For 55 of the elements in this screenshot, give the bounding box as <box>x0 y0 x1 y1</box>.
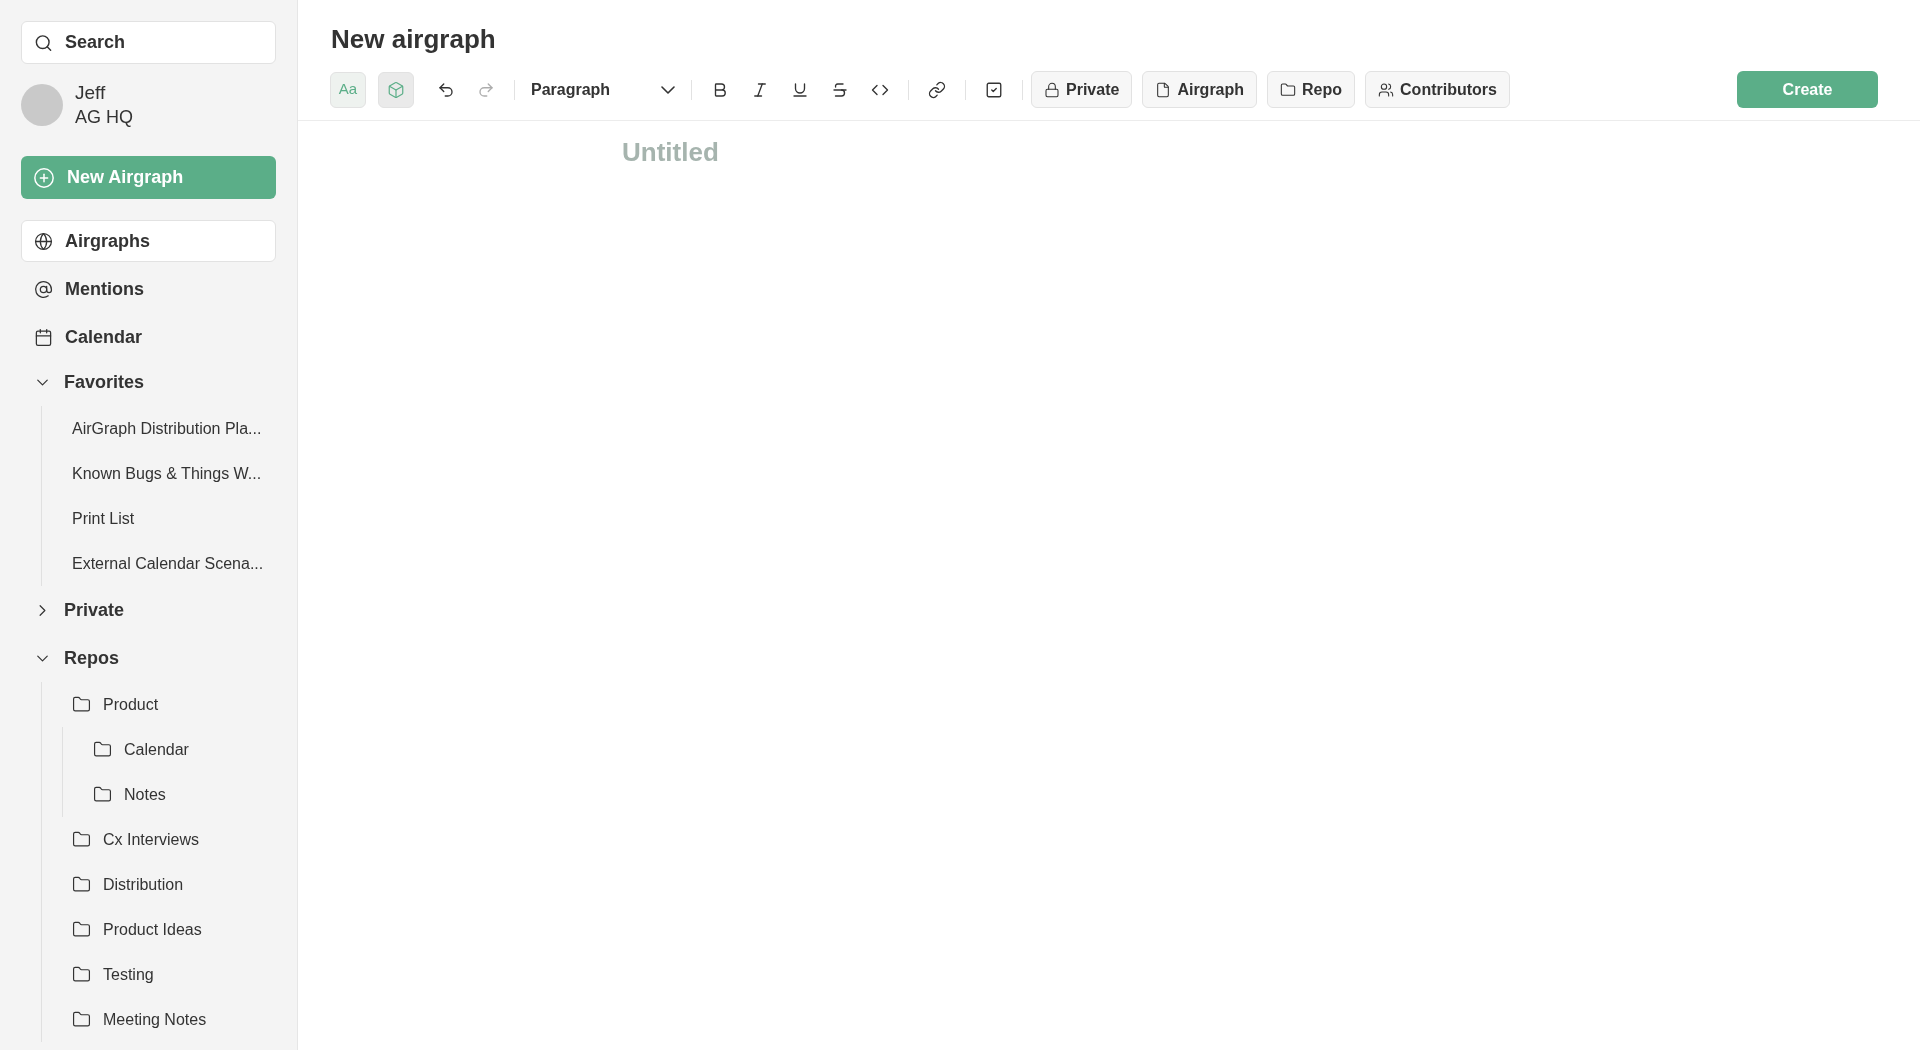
nav-item[interactable]: Airgraphs <box>21 220 276 262</box>
globe-icon <box>34 231 53 251</box>
undo-icon <box>437 80 455 99</box>
workspace-name: AG HQ <box>75 106 133 129</box>
block-style-dropdown[interactable]: Paragraph <box>523 71 683 108</box>
italic-icon <box>751 80 769 99</box>
at-sign-icon <box>34 279 53 299</box>
calendar-icon <box>34 327 53 347</box>
folder-icon <box>72 920 91 939</box>
sidebar-item[interactable]: External Calendar Scena... <box>72 551 264 576</box>
users-icon <box>1378 81 1395 98</box>
search-field[interactable]: Search <box>21 21 276 64</box>
section-header[interactable]: Private <box>21 586 276 634</box>
sidebar-item[interactable]: Cx Interviews <box>103 827 200 852</box>
toolbar-chip[interactable]: Contributors <box>1365 71 1510 108</box>
folder-icon <box>72 1010 91 1029</box>
toolbar-chip[interactable]: Repo <box>1267 71 1356 108</box>
search-input[interactable]: Search <box>65 29 263 56</box>
folder-icon <box>72 830 91 849</box>
plus-circle-icon <box>33 166 55 189</box>
section-header[interactable]: Repos <box>21 634 276 682</box>
link-icon <box>928 80 946 99</box>
folder-icon <box>72 875 91 894</box>
cube-icon <box>387 80 405 99</box>
folder-icon <box>1280 81 1297 98</box>
folder-icon <box>93 740 112 759</box>
folder-icon <box>72 695 91 714</box>
sidebar-item[interactable]: Notes <box>124 782 166 807</box>
checkbox-icon <box>985 80 1003 99</box>
underline-icon <box>791 80 809 99</box>
chevron-down-icon <box>661 85 675 94</box>
avatar <box>21 84 63 126</box>
sidebar-item[interactable]: Known Bugs & Things W... <box>72 461 262 486</box>
sidebar-item[interactable]: Calendar <box>124 737 189 762</box>
page-title: New airgraph <box>331 23 497 56</box>
redo-icon <box>477 80 495 99</box>
sidebar-item[interactable]: Product Ideas <box>103 917 202 942</box>
strikethrough-icon <box>831 80 849 99</box>
nav-item[interactable]: Mentions <box>21 268 276 310</box>
folder-icon <box>93 785 112 804</box>
lock-icon <box>1044 81 1060 98</box>
title-input[interactable]: Untitled <box>622 133 1222 172</box>
folder-icon <box>72 965 91 984</box>
section-header[interactable]: Favorites <box>21 358 276 406</box>
sidebar-item[interactable]: Meeting Notes <box>103 1007 207 1032</box>
sidebar-item[interactable]: Print List <box>72 506 135 531</box>
file-icon <box>1155 81 1172 98</box>
sidebar-item[interactable]: AirGraph Distribution Pla... <box>72 416 262 441</box>
toolbar-chip[interactable]: Airgraph <box>1142 71 1258 108</box>
user-name: Jeff <box>75 81 107 105</box>
toolbar-chip[interactable]: Private <box>1031 71 1133 108</box>
sidebar-item[interactable]: Testing <box>103 962 154 987</box>
sidebar-item[interactable]: Distribution <box>103 872 184 897</box>
nav-item[interactable]: Calendar <box>21 316 276 358</box>
sidebar-item[interactable]: Product <box>103 692 159 717</box>
